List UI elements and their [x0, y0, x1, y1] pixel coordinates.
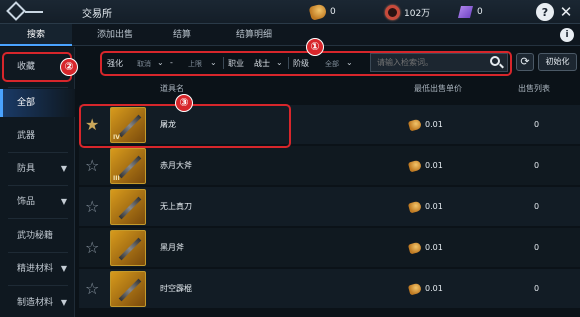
item-list-count: 0: [534, 202, 540, 211]
gold-coin-icon: [407, 241, 423, 255]
table-row[interactable]: ☆ 时空霹棍 0.01 0: [79, 269, 580, 309]
top-bar: 交易所 0 102万 0 ? ✕: [0, 0, 580, 24]
chevron-down-icon: ▼: [60, 164, 67, 173]
tab-bar: 搜索 添加出售 结算 结算明细: [0, 24, 580, 46]
divider: [8, 252, 68, 253]
currency-gold: 0: [308, 3, 336, 21]
item-list-count: 0: [534, 243, 540, 252]
reset-button[interactable]: 初始化: [538, 53, 577, 71]
info-button[interactable]: i: [560, 28, 574, 42]
sidebar-item-all[interactable]: 全部: [0, 89, 75, 117]
category-sidebar: 收藏 全部 武器 防具 ▼ 饰品 ▼ 武功秘籍 精进材料 ▼ 制造材料 ▼: [0, 47, 75, 317]
column-header-list: 出售列表: [518, 84, 550, 93]
page-title: 交易所: [82, 9, 112, 20]
item-price: 0.01: [425, 202, 443, 211]
sidebar-item-label: 全部: [17, 98, 36, 108]
sidebar-item-weapons[interactable]: 武器: [0, 122, 75, 150]
sidebar-item-label: 制造材料: [17, 298, 54, 308]
blade-icon: [118, 196, 142, 220]
star-outline-icon[interactable]: ☆: [85, 238, 99, 258]
table-row[interactable]: ☆ 黑月斧 0.01 0: [79, 228, 580, 268]
tab-search[interactable]: 搜索: [0, 24, 72, 46]
filter-bar-highlight: [100, 51, 512, 76]
tab-add-sale[interactable]: 添加出售: [80, 24, 150, 46]
item-name: 时空霹棍: [160, 284, 192, 293]
currency-red: 102万: [385, 3, 430, 21]
sidebar-item-label: 精进材料: [17, 264, 54, 274]
gold-coin-icon: [407, 159, 423, 173]
gold-coin-icon: [407, 118, 423, 132]
item-thumbnail: III: [110, 148, 146, 184]
chevron-down-icon: ▼: [60, 298, 67, 307]
back-logo-icon[interactable]: [3, 1, 47, 23]
divider: [8, 185, 68, 186]
item-price: 0.01: [425, 243, 443, 252]
sidebar-item-craft-materials[interactable]: 制造材料 ▼: [0, 289, 75, 317]
item-thumbnail: [110, 271, 146, 307]
gold-coin-icon: [407, 282, 423, 296]
item-name: 无上真刀: [160, 202, 192, 211]
column-header-price: 最低出售单价: [414, 84, 462, 93]
refresh-button[interactable]: ⟳: [516, 53, 534, 71]
table-row[interactable]: ☆ III 赤月大斧 0.01 0: [79, 146, 580, 186]
red-ring-icon: [385, 4, 400, 20]
sidebar-item-label: 防具: [17, 164, 36, 174]
item-name: 赤月大斧: [160, 161, 192, 170]
sidebar-item-accessories[interactable]: 饰品 ▼: [0, 188, 75, 216]
axe-icon: [118, 155, 142, 179]
item-list-count: 0: [534, 120, 540, 129]
tab-settle-details[interactable]: 结算明细: [222, 24, 286, 46]
divider: [8, 285, 68, 286]
item-name: 黑月斧: [160, 243, 184, 252]
star-outline-icon[interactable]: ☆: [85, 279, 99, 299]
sidebar-item-refine-materials[interactable]: 精进材料 ▼: [0, 255, 75, 283]
divider: [8, 218, 68, 219]
chevron-down-icon: ▼: [60, 197, 67, 206]
tab-settle[interactable]: 结算: [156, 24, 208, 46]
currency-purple: 0: [458, 3, 483, 21]
sidebar-item-label: 饰品: [17, 197, 36, 207]
star-outline-icon[interactable]: ☆: [85, 156, 99, 176]
table-row[interactable]: ☆ 无上真刀 0.01 0: [79, 187, 580, 227]
star-outline-icon[interactable]: ☆: [85, 197, 99, 217]
item-price: 0.01: [425, 284, 443, 293]
item-thumbnail: [110, 189, 146, 225]
gold-coin-icon: [407, 200, 423, 214]
item-list-count: 0: [534, 284, 540, 293]
purple-gem-icon: [458, 6, 473, 18]
item-price: 0.01: [425, 120, 443, 129]
item-thumbnail: [110, 230, 146, 266]
currency-purple-value: 0: [477, 7, 483, 17]
help-button[interactable]: ?: [536, 3, 554, 21]
divider: [8, 152, 68, 153]
annotation-badge-1: ①: [306, 38, 324, 56]
item-list-count: 0: [534, 161, 540, 170]
close-button[interactable]: ✕: [556, 2, 576, 22]
sidebar-item-label: 武器: [17, 131, 36, 141]
chevron-down-icon: ▼: [60, 264, 67, 273]
gold-coin-icon: [308, 3, 328, 21]
annotation-badge-3: ③: [175, 94, 193, 112]
column-header-name: 道具名: [160, 84, 184, 93]
axe-icon: [118, 237, 142, 261]
sidebar-item-martial-books[interactable]: 武功秘籍: [0, 222, 75, 250]
item-price: 0.01: [425, 161, 443, 170]
staff-icon: [118, 278, 142, 302]
currency-gold-value: 0: [330, 7, 336, 17]
currency-red-value: 102万: [404, 8, 431, 19]
divider: [8, 87, 68, 88]
annotation-badge-2: ②: [60, 58, 78, 76]
grade-badge: III: [113, 175, 120, 182]
sidebar-item-armor[interactable]: 防具 ▼: [0, 155, 75, 183]
sidebar-item-label: 武功秘籍: [17, 231, 54, 241]
